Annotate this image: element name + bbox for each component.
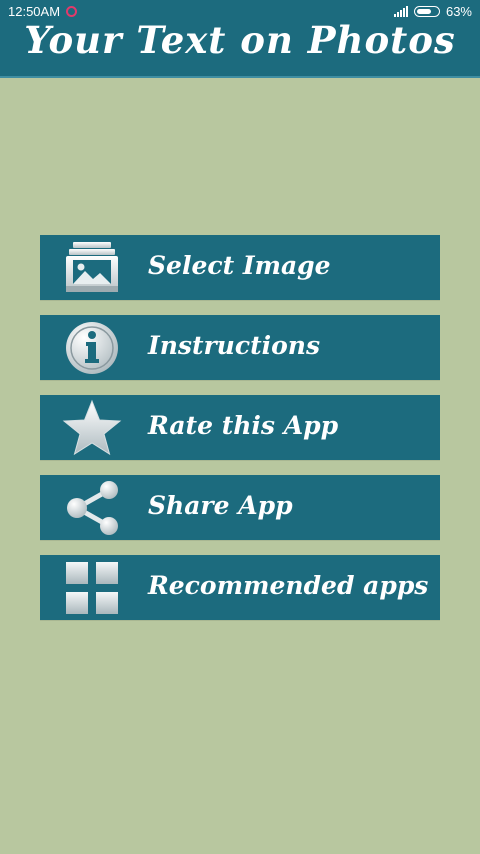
main-menu: Select Image Instructions Rate this App … [40, 235, 440, 635]
share-app-button[interactable]: Share App [40, 475, 440, 540]
grid-icon [60, 560, 124, 616]
star-icon [60, 399, 124, 456]
recommended-apps-label: Recommended apps [148, 571, 429, 600]
notification-icon [66, 6, 78, 17]
status-left: 12:50AM [8, 4, 78, 19]
status-right: 63% [393, 4, 472, 19]
info-icon [60, 320, 124, 376]
recommended-apps-button[interactable]: Recommended apps [40, 555, 440, 620]
share-icon [60, 480, 124, 536]
gallery-icon [60, 240, 124, 296]
battery-percent: 63% [445, 4, 472, 19]
rate-app-button[interactable]: Rate this App [40, 395, 440, 460]
app-header: Your Text on Photos [0, 24, 480, 78]
share-app-label: Share App [148, 491, 293, 520]
status-bar: 12:50AM 63% [0, 0, 480, 24]
select-image-label: Select Image [148, 251, 331, 280]
instructions-button[interactable]: Instructions [40, 315, 440, 380]
status-time: 12:50AM [8, 4, 61, 19]
rate-app-label: Rate this App [148, 411, 339, 440]
select-image-button[interactable]: Select Image [40, 235, 440, 300]
battery-icon [413, 6, 440, 17]
app-title: Your Text on Photos [24, 24, 456, 62]
instructions-label: Instructions [148, 331, 321, 360]
signal-icon [393, 6, 408, 17]
